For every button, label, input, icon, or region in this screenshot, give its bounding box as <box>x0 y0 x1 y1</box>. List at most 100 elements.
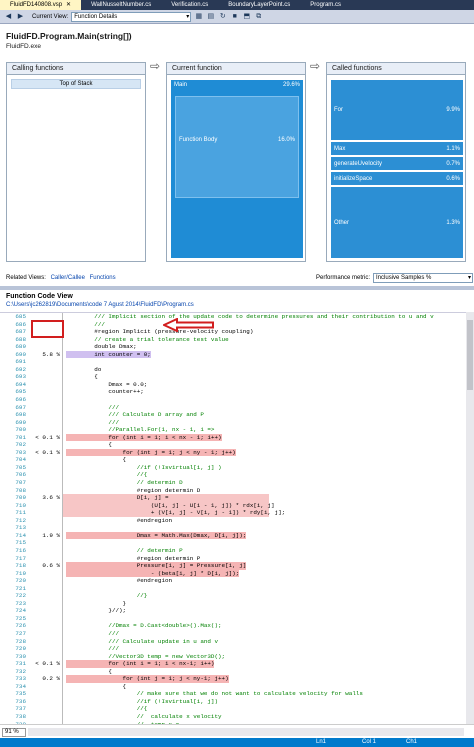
copy-icon[interactable]: ⧉ <box>254 12 263 21</box>
code-line[interactable]: 694 Dmax = 0.0; <box>0 380 466 389</box>
chart-icon[interactable]: ▤ <box>206 12 215 21</box>
code-line[interactable]: 738 // calculate x velocity <box>0 712 466 721</box>
line-number: 724 <box>15 607 26 615</box>
code-text: for (int i = 1; i < nx - 1; i++) <box>66 433 222 442</box>
splitter[interactable] <box>0 286 474 290</box>
code-line[interactable]: 735 // make sure that we do not want to … <box>0 690 466 698</box>
gutter <box>62 637 63 646</box>
code-line[interactable]: 690 5.8 % int counter = 0; <box>0 350 466 359</box>
gutter <box>62 645 63 653</box>
code-text: counter++; <box>66 388 144 396</box>
save-icon[interactable]: ■ <box>230 12 239 21</box>
code-line[interactable]: 686 /// <box>0 320 466 329</box>
code-line[interactable]: 731 < 0.1 % for (int i = 1; i < nx-1; i++… <box>0 660 466 668</box>
code-line[interactable]: 713 <box>0 524 466 532</box>
current-view-select[interactable]: Function Details ▾ <box>71 11 192 22</box>
code-line[interactable]: 707 // determin D <box>0 479 466 487</box>
code-line[interactable]: 693 { <box>0 373 466 381</box>
code-line[interactable]: 705 //if (!Isvirtual[i, j] ) <box>0 463 466 472</box>
called-function-1[interactable]: Max 1.1% <box>331 142 463 155</box>
code-line[interactable]: 721 <box>0 584 466 593</box>
code-line[interactable]: 723 } <box>0 599 466 608</box>
called-function-3[interactable]: initializeSpace 0.6% <box>331 172 463 185</box>
code-line[interactable]: 714 1.9 % Dmax = Math.Max(Dmax, D[i, j]); <box>0 531 466 540</box>
filter-icon[interactable]: ▦ <box>194 12 203 21</box>
code-line[interactable]: 715 <box>0 539 466 547</box>
code-line[interactable]: 709 3.6 % D[i, j] = <box>0 494 466 502</box>
code-line[interactable]: 711 + (V[i, j] - V[i, j - 1]) * rdy[i, j… <box>0 509 466 517</box>
code-line[interactable]: 703 < 0.1 % for (int j = 1; j < ny - 1; j… <box>0 448 466 457</box>
code-line[interactable]: 702 { <box>0 441 466 449</box>
code-line[interactable]: 698 /// Calculate D array and P <box>0 411 466 419</box>
link-caller-callee[interactable]: Caller/Callee <box>51 275 85 281</box>
code-line[interactable]: 706 //{ <box>0 471 466 480</box>
code-line[interactable]: 700 //Parallel.For(1, nx - 1, i => <box>0 426 466 434</box>
code-text: #region determin D <box>66 486 201 494</box>
code-line[interactable]: 737 //{ <box>0 705 466 713</box>
code-line[interactable]: 717 #region determin P <box>0 554 466 563</box>
back-icon[interactable]: ◀ <box>4 12 13 21</box>
code-line[interactable]: 732 { <box>0 667 466 676</box>
code-line[interactable]: 720 #endregion <box>0 577 466 585</box>
code-line[interactable]: 728 /// Calculate update in u and v <box>0 637 466 646</box>
function-body-block[interactable]: Function Body 16.0% <box>175 96 299 198</box>
tab-1[interactable]: WallNusseltNumber.cs <box>81 0 161 10</box>
source-file-path[interactable]: C:\Users\jc262819\Documents\code 7 Agust… <box>6 302 194 308</box>
zoom-select[interactable]: 91 % <box>2 728 26 737</box>
code-line[interactable]: 712 #endregion <box>0 516 466 525</box>
code-line[interactable]: 719 - (beta[i, j] * D[i, j]); <box>0 569 466 578</box>
tab-4[interactable]: Program.cs <box>300 0 351 10</box>
code-editor[interactable]: 685 /// Implicit section of the update c… <box>0 312 466 724</box>
code-line[interactable]: 736 //if (!Isvirtual[i, j]) <box>0 697 466 706</box>
export-icon[interactable]: ⬒ <box>242 12 251 21</box>
code-line[interactable]: 724 }//); <box>0 607 466 615</box>
code-line[interactable]: 729 /// <box>0 645 466 653</box>
code-line[interactable]: 704 { <box>0 456 466 464</box>
line-number: 731 <box>15 660 26 668</box>
code-line[interactable]: 701 < 0.1 % for (int i = 1; i < nx - 1; i… <box>0 433 466 442</box>
code-line[interactable]: 725 <box>0 614 466 623</box>
code-line[interactable]: 696 <box>0 396 466 404</box>
called-function-2[interactable]: generateUvelocity 0.7% <box>331 157 463 170</box>
code-line[interactable]: 718 0.6 % Pressure[i, j] = Pressure[i, j] <box>0 562 466 570</box>
current-function-main[interactable]: Main 29.6% Function Body 16.0% <box>171 80 303 258</box>
scrollbar-thumb[interactable] <box>467 320 473 390</box>
gutter <box>62 629 63 638</box>
forward-icon[interactable]: ▶ <box>16 12 25 21</box>
called-function-0[interactable]: For 9.9% <box>331 80 463 140</box>
code-line[interactable]: 722 //} <box>0 592 466 600</box>
horizontal-scrollbar[interactable] <box>28 728 464 736</box>
tab-0[interactable]: FluidFD140808.vsp ✕ <box>0 0 82 10</box>
toolbar: ◀ ▶ Current View: Function Details ▾ ▦ ▤… <box>0 10 474 24</box>
code-line[interactable]: 716 // determin P <box>0 546 466 555</box>
calling-item-top-of-stack[interactable]: Top of Stack <box>11 79 141 89</box>
code-line[interactable]: 708 #region determin D <box>0 486 466 495</box>
refresh-icon[interactable]: ↻ <box>218 12 227 21</box>
code-line[interactable]: 695 counter++; <box>0 388 466 397</box>
code-line[interactable]: 727 /// <box>0 629 466 638</box>
code-line[interactable]: 734 { <box>0 682 466 691</box>
code-line[interactable]: 699 /// <box>0 418 466 427</box>
performance-metric-value: Inclusive Samples % <box>376 275 432 281</box>
code-line[interactable]: 685 /// Implicit section of the update c… <box>0 313 466 321</box>
code-text: #region Implicit (pressure-velocity coup… <box>66 328 254 336</box>
tab-3[interactable]: BoundaryLayerPoint.cs <box>218 0 300 10</box>
link-functions[interactable]: Functions <box>90 275 116 281</box>
code-line[interactable]: 697 /// <box>0 403 466 412</box>
code-line[interactable]: 692 do <box>0 365 466 374</box>
code-line[interactable]: 726 //Dmax = D.Cast<double>().Max(); <box>0 622 466 630</box>
code-line[interactable]: 689 double Dmax; <box>0 343 466 351</box>
close-icon[interactable]: ✕ <box>66 2 71 8</box>
code-line[interactable]: 730 //Vector3D temp = new Vector3D(); <box>0 652 466 661</box>
vertical-scrollbar[interactable] <box>466 312 474 724</box>
tab-2[interactable]: Verification.cs <box>161 0 218 10</box>
code-line[interactable]: 688 // create a trial tolerance test val… <box>0 335 466 344</box>
code-line[interactable]: 710 (U[i, j] - U[i - 1, j]) * rdx[i, j] <box>0 501 466 510</box>
line-number: 687 <box>15 328 26 336</box>
line-metric: 1.9 % <box>42 531 60 539</box>
performance-metric-select[interactable]: Inclusive Samples % ▾ <box>373 273 474 283</box>
code-line[interactable]: 691 <box>0 358 466 366</box>
called-function-4[interactable]: Other 1.3% <box>331 187 463 258</box>
code-line[interactable]: 687 #region Implicit (pressure-velocity … <box>0 328 466 336</box>
code-line[interactable]: 733 0.2 % for (int j = 1; j < ny-1; j++) <box>0 675 466 683</box>
